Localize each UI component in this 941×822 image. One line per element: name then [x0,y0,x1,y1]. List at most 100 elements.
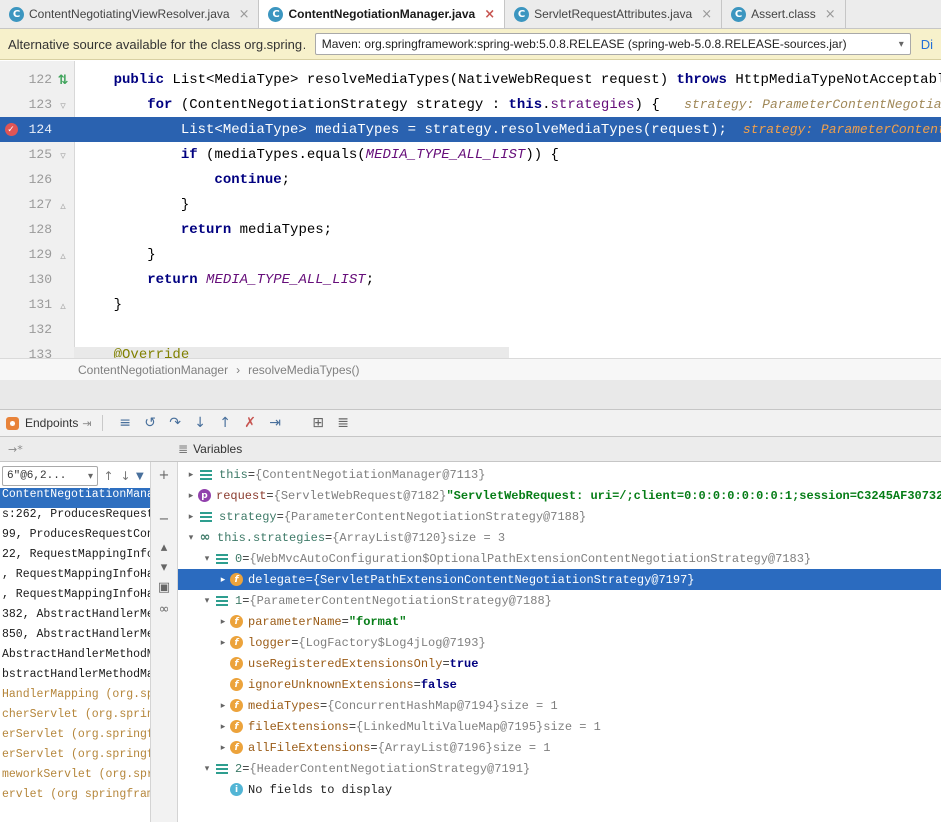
variable-row[interactable]: ▸fdelegate = {ServletPathExtensionConten… [178,569,941,590]
expand-icon[interactable]: ▸ [216,638,230,648]
code-editor[interactable]: 122⇅ public List<MediaType> resolveMedia… [0,61,941,358]
stack-frame-row[interactable]: , RequestMappingInfoHa [0,568,150,588]
menu-icon[interactable]: ≡ [113,415,138,431]
frame-up-icon[interactable]: ↑ [102,469,115,483]
step-out-icon[interactable]: ↑ [213,415,238,431]
step-over-icon[interactable]: ↷ [163,415,188,431]
variable-row[interactable]: ▸strategy = {ParameterContentNegotiation… [178,506,941,527]
variable-row[interactable]: ▸this = {ContentNegotiationManager@7113} [178,464,941,485]
code-line[interactable]: 130 return MEDIA_TYPE_ALL_LIST; [0,267,941,292]
stack-frame-row[interactable]: ervlet (org springframewo [0,788,150,808]
close-icon[interactable]: × [825,8,836,21]
pin-tab-icon[interactable]: ⇥ [82,417,91,430]
code-line[interactable]: 128 return mediaTypes; [0,217,941,242]
expand-icon[interactable]: ▸ [184,470,198,480]
fold-icon[interactable]: ▿ [60,99,66,112]
stack-frame-row[interactable]: bstractHandlerMethodMa [0,668,150,688]
stack-frame-row[interactable]: erServlet (org.springfram [0,728,150,748]
editor-tab[interactable]: CContentNegotiationManager.java× [259,0,505,28]
stack-frame-row[interactable]: erServlet (org.springframe [0,748,150,768]
thread-dropdown[interactable]: 6"@6,2... ▾ [2,466,98,486]
code-line[interactable]: 123▿ for (ContentNegotiationStrategy str… [0,92,941,117]
variable-row[interactable]: ▸flogger = {LogFactory$Log4jLog@7193} [178,632,941,653]
breadcrumb-class[interactable]: ContentNegotiationManager [78,363,228,377]
scroll-up-icon[interactable]: ▴ [151,540,177,555]
stack-frame-row[interactable]: s:262, ProducesRequestCo [0,508,150,528]
code-line[interactable]: 132 [0,317,941,342]
disable-link[interactable]: Di [921,37,933,52]
expand-icon[interactable]: ▸ [216,701,230,711]
fold-icon[interactable]: ▵ [60,249,66,262]
stack-frame-row[interactable]: cherServlet (org.springfra [0,708,150,728]
override-method-icon[interactable]: ⇅ [58,73,69,88]
code-line[interactable]: 133 @Override [0,342,941,358]
layout-settings-icon[interactable]: ≣ [331,415,356,431]
stack-frame-row[interactable]: ContentNegotiationMana [0,488,150,508]
fold-icon[interactable]: ▵ [60,299,66,312]
expand-icon[interactable]: ▸ [184,512,198,522]
collapse-icon[interactable]: ▾ [200,596,214,606]
expand-icon[interactable]: ▸ [216,575,230,585]
variable-row[interactable]: ▾∞this.strategies = {ArrayList@7120} siz… [178,527,941,548]
variable-row[interactable]: fuseRegisteredExtensionsOnly = true [178,653,941,674]
filter-frames-icon[interactable]: ▼ [136,471,144,482]
editor-tab[interactable]: CServletRequestAttributes.java× [505,0,722,28]
expand-icon[interactable]: ▸ [216,617,230,627]
breakpoint-icon[interactable]: ✓ [5,123,18,136]
variable-row[interactable]: ▾0 = {WebMvcAutoConfiguration$OptionalPa… [178,548,941,569]
code-line[interactable]: 125▿ if (mediaTypes.equals(MEDIA_TYPE_AL… [0,142,941,167]
variable-row[interactable]: ▸prequest = {ServletWebRequest@7182} "Se… [178,485,941,506]
splitter[interactable] [0,380,941,409]
collapse-icon[interactable]: ▾ [184,533,198,543]
editor-tab[interactable]: CContentNegotiatingViewResolver.java× [0,0,259,28]
run-to-cursor-icon[interactable]: ⇥ [263,415,288,431]
variable-row[interactable]: ▾1 = {ParameterContentNegotiationStrateg… [178,590,941,611]
step-into-icon[interactable]: ↓ [188,415,213,431]
view-breakpoints-icon[interactable]: ⊞ [306,415,331,431]
stack-frame-row[interactable]: HandlerMapping (org.sp [0,688,150,708]
breadcrumb-method[interactable]: resolveMediaTypes() [248,363,359,377]
collapse-icon[interactable]: ▾ [200,554,214,564]
code-line[interactable]: ✓124 List<MediaType> mediaTypes = strate… [0,117,941,142]
variable-row[interactable]: fignoreUnknownExtensions = false [178,674,941,695]
stack-frame-row[interactable]: 99, ProducesRequestCond [0,528,150,548]
variables-tab[interactable]: ≣ Variables [178,442,242,456]
stack-frame-row[interactable]: AbstractHandlerMethodM [0,648,150,668]
endpoints-tab[interactable]: Endpoints [25,416,78,430]
expand-icon[interactable]: ▸ [184,491,198,501]
show-execution-point-icon[interactable]: ↺ [138,415,163,431]
show-watches-icon[interactable]: ∞ [151,602,177,617]
scroll-down-icon[interactable]: ▾ [151,560,177,575]
duplicate-watch-icon[interactable]: ▣ [151,580,177,595]
variable-row[interactable]: ▸fparameterName = "format" [178,611,941,632]
code-line[interactable]: 122⇅ public List<MediaType> resolveMedia… [0,67,941,92]
expand-icon[interactable]: ▸ [216,722,230,732]
close-icon[interactable]: × [701,8,712,21]
stack-frame-row[interactable]: 850, AbstractHandlerMeth [0,628,150,648]
variable-row[interactable]: ▸fmediaTypes = {ConcurrentHashMap@7194} … [178,695,941,716]
breakpoint-gutter[interactable]: ✓ [0,123,22,136]
editor-tab[interactable]: CAssert.class× [722,0,846,28]
expand-icon[interactable]: ▸ [216,743,230,753]
remove-watch-icon[interactable]: − [151,512,177,527]
stack-frame-row[interactable]: 382, AbstractHandlerMeth [0,608,150,628]
code-line[interactable]: 126 continue; [0,167,941,192]
collapse-icon[interactable]: ▾ [200,764,214,774]
stack-frame-row[interactable]: 22, RequestMappingInfo [0,548,150,568]
frame-down-icon[interactable]: ↓ [119,469,132,483]
code-line[interactable]: 129▵ } [0,242,941,267]
drop-frame-icon[interactable]: ✗ [238,415,263,431]
close-icon[interactable]: × [239,8,250,21]
fold-icon[interactable]: ▿ [60,149,66,162]
variable-row[interactable]: ▸ffileExtensions = {LinkedMultiValueMap@… [178,716,941,737]
add-watch-icon[interactable]: + [151,468,177,483]
stack-frame-row[interactable]: meworkServlet (org.sprin [0,768,150,788]
code-line[interactable]: 127▵ } [0,192,941,217]
variable-row[interactable]: iNo fields to display [178,779,941,800]
stack-frame-row[interactable]: , RequestMappingInfoHa [0,588,150,608]
variable-row[interactable]: ▸fallFileExtensions = {ArrayList@7196} s… [178,737,941,758]
source-jar-dropdown[interactable]: Maven: org.springframework:spring-web:5.… [315,33,911,55]
close-icon[interactable]: × [484,8,495,21]
variable-row[interactable]: ▾2 = {HeaderContentNegotiationStrategy@7… [178,758,941,779]
fold-icon[interactable]: ▵ [60,199,66,212]
